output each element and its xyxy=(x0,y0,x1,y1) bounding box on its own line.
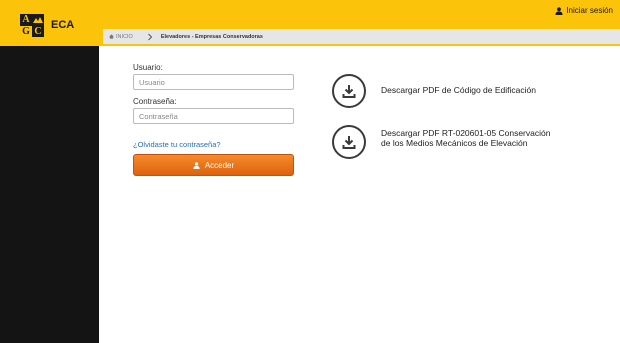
breadcrumb: INICIO Elevadores - Empresas Conservador… xyxy=(103,29,620,44)
password-label: Contraseña: xyxy=(133,97,177,106)
download-line-2: de los Medios Mecánicos de Elevación xyxy=(381,138,528,148)
download-rt-pdf[interactable]: Descargar PDF RT-020601-05 Conservación … xyxy=(332,125,550,159)
download-line-1: Descargar PDF de Código de Edificación xyxy=(381,85,536,95)
download-icon xyxy=(332,74,366,108)
download-icon xyxy=(332,125,366,159)
logo-letter-g: G xyxy=(20,25,32,37)
login-button-label: Acceder xyxy=(204,160,235,170)
breadcrumb-current: Elevadores - Empresas Conservadoras xyxy=(160,33,263,40)
password-input[interactable] xyxy=(133,108,294,124)
download-building-code-pdf[interactable]: Descargar PDF de Código de Edificación xyxy=(332,74,536,108)
download-line-1: Descargar PDF RT-020601-05 Conservación xyxy=(381,128,551,138)
login-button[interactable]: Acceder xyxy=(133,154,294,176)
chevron-right-icon xyxy=(147,33,153,40)
user-icon xyxy=(193,161,200,169)
forgot-password-link[interactable]: ¿Olvidaste tu contraseña? xyxy=(133,140,221,149)
logo-letter-a: A xyxy=(20,14,32,26)
username-label: Usuario: xyxy=(133,63,163,72)
brand-name: ECA xyxy=(51,19,75,31)
username-input[interactable] xyxy=(133,74,294,90)
download-rt-label: Descargar PDF RT-020601-05 Conservación … xyxy=(381,125,550,148)
user-icon xyxy=(555,6,563,15)
home-icon xyxy=(109,34,114,39)
agc-logo[interactable]: A G C xyxy=(20,14,44,37)
download-building-code-label: Descargar PDF de Código de Edificación xyxy=(381,74,536,95)
sidebar xyxy=(0,46,99,343)
login-link-label: Iniciar sesión xyxy=(566,6,613,15)
logo-mountain-cell xyxy=(32,14,44,26)
logo-letter-c: C xyxy=(32,25,44,37)
breadcrumb-home-label: INICIO xyxy=(116,33,133,40)
mountain-icon xyxy=(33,17,43,23)
login-link[interactable]: Iniciar sesión xyxy=(555,6,613,15)
breadcrumb-home[interactable]: INICIO xyxy=(109,34,133,40)
